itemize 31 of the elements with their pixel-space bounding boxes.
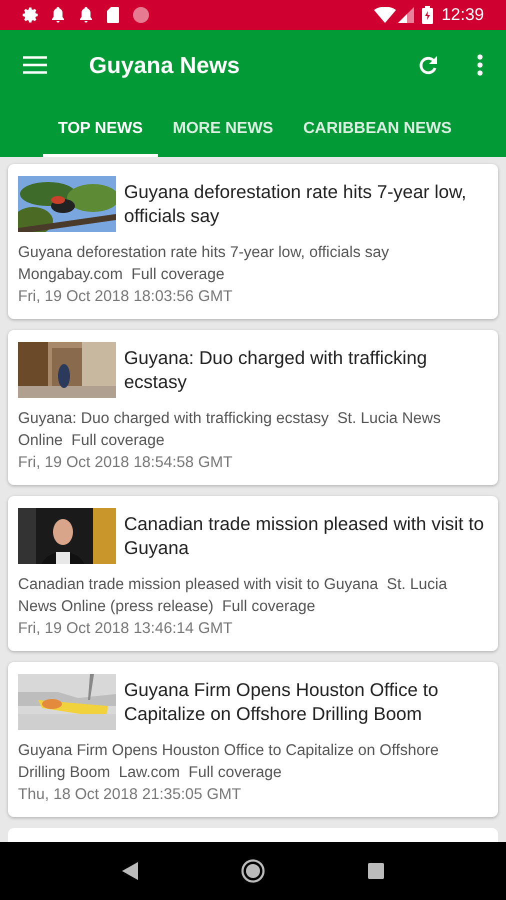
home-icon[interactable] [240,859,265,883]
news-card[interactable]: Canadian trade mission pleased with visit to Guyana Canadian trade mission pleased with visit to Guyana St. Lucia News Online (press release) Full coverage Fri, 19 Oct 2018 13:46:14 GMT [8,496,498,651]
summary: Canadian trade mission pleased with visit to Guyana St. Lucia News Online (press release) Full coverage [18,575,448,617]
date: Fri, 19 Oct 2018 13:46:14 GMT [18,619,234,639]
sd-card-icon [106,6,120,24]
status-time: 12:39 [441,4,484,26]
recents-icon[interactable] [368,863,384,879]
bell-icon [50,6,66,24]
headline[interactable]: Guyana deforestation rate hits 7-year low, officials say [124,180,488,228]
gear-icon [22,6,40,24]
headline[interactable]: Canadian trade mission pleased with visit to Guyana [124,512,488,560]
battery-icon [422,6,434,24]
menu-icon[interactable] [22,55,48,75]
headline[interactable]: Guyana: Duo charged with trafficking ecstasy [124,346,488,394]
app-title: Guyana News [89,50,240,80]
headline[interactable]: Guyana Firm Opens Houston Office to Capitalize on Offshore Drilling Boom [124,678,488,726]
bell-icon [78,6,94,24]
news-card[interactable]: Guyana Firm Opens Houston Office to Capitalize on Offshore Drilling Boom Guyana Firm Opens Houston Office to Capitalize on Offshore Drilling Boom Law.com Full coverage Thu, 18 Oct 2018 21:35:05 GMT [8,662,498,817]
back-icon[interactable] [122,862,138,880]
summary: Guyana deforestation rate hits 7-year low, officials say Mongabay.com Full coverage [18,243,390,285]
summary: Guyana Firm Opens Houston Office to Capitalize on Offshore Drilling Boom Law.com Full coverage [18,741,440,783]
news-card[interactable]: Guyana: Duo charged with trafficking ecstasy Guyana: Duo charged with trafficking ecstasy St. Lucia News Online Full coverage Fri, 19 Oct 2018 18:54:58 GMT [8,330,498,485]
date: Fri, 19 Oct 2018 18:03:56 GMT [18,287,234,307]
news-card[interactable]: Guyana deforestation rate hits 7-year low, officials say Guyana deforestation rate hits 7-year low, officials say Mongabay.com Full coverage Fri, 19 Oct 2018 18:03:56 GMT [8,164,498,319]
signal-icon [398,7,414,23]
date: Thu, 18 Oct 2018 21:35:05 GMT [18,785,242,805]
summary: Guyana: Duo charged with trafficking ecstasy St. Lucia News Online Full coverage [18,409,442,451]
date: Fri, 19 Oct 2018 18:54:58 GMT [18,453,234,473]
tab[interactable]: TOP NEWS [43,100,158,157]
circle-icon [132,6,150,24]
more-options-icon[interactable] [476,54,484,76]
